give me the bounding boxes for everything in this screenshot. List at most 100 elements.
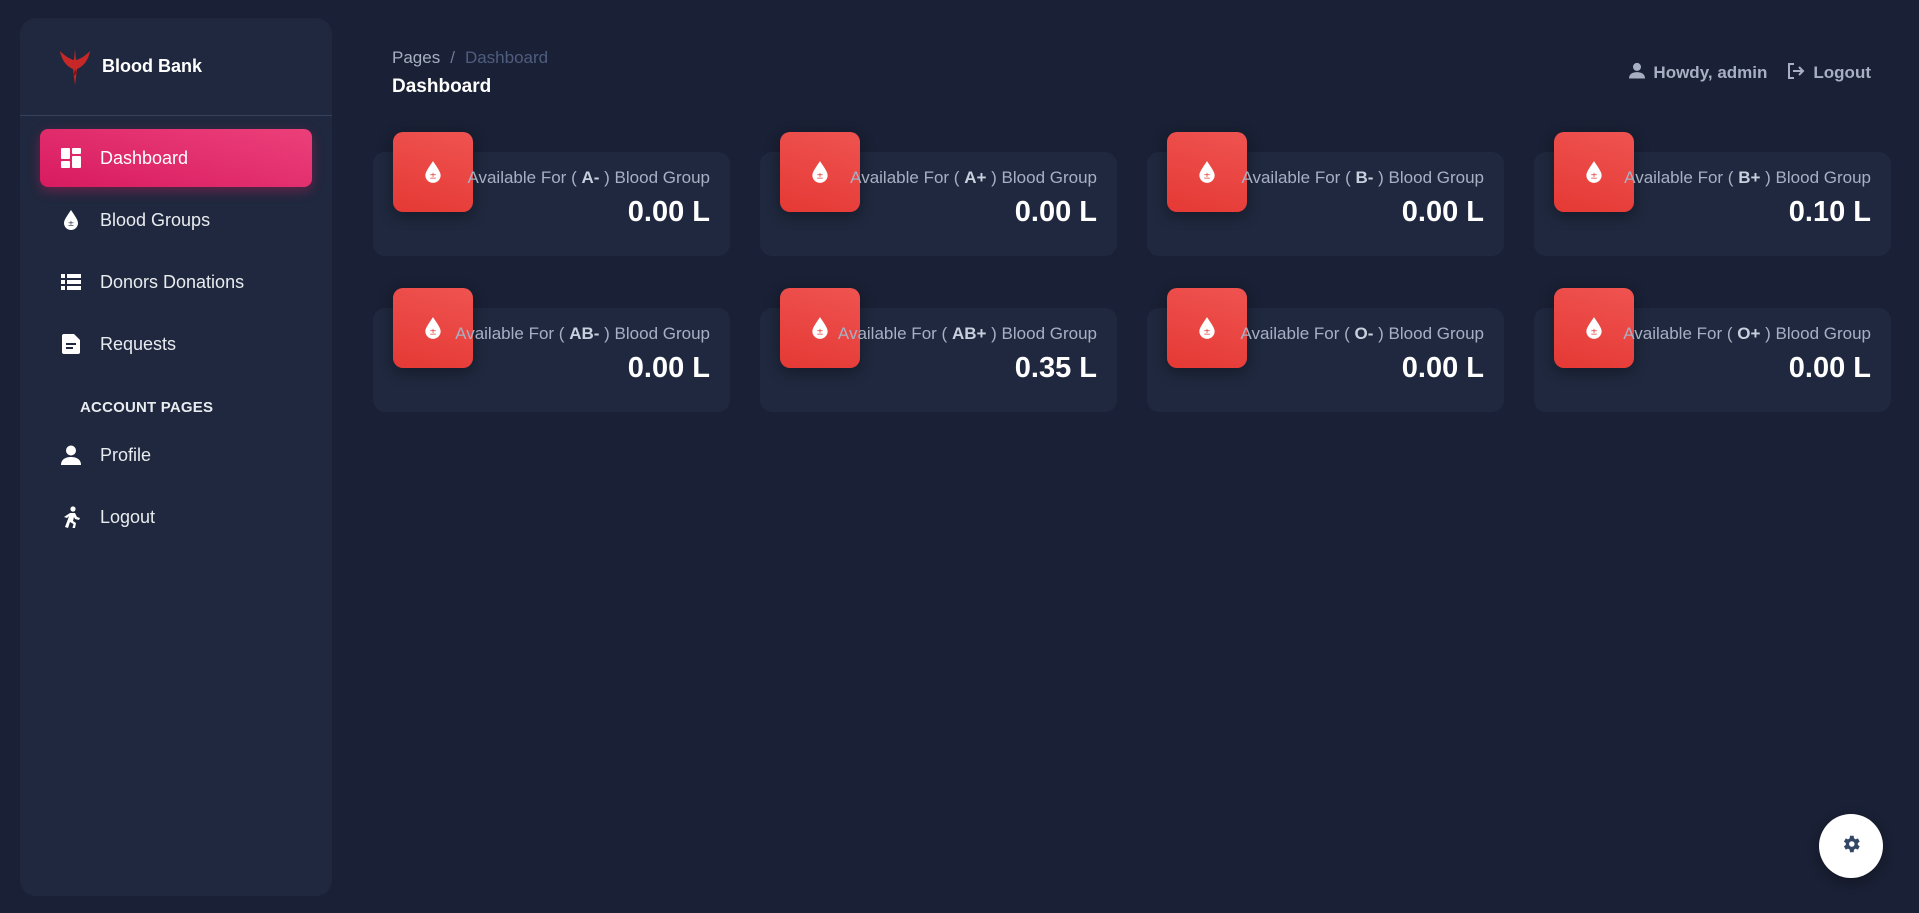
available-volume: 0.10 L [1788, 196, 1871, 228]
blood-drop-icon: ± [1167, 132, 1247, 212]
available-volume: 0.00 L [1788, 352, 1871, 384]
blood-group: B- [1355, 168, 1374, 187]
card-label-suffix: ) Blood Group [604, 168, 710, 187]
page-header: Pages / Dashboard Dashboard Howdy, admin [392, 48, 1871, 108]
card-label: Available For ( A- ) Blood Group [467, 168, 710, 188]
blood-group: A- [581, 168, 600, 187]
phoenix-logo-icon [58, 47, 92, 87]
user-icon [1629, 62, 1646, 84]
sidebar-item-label: Blood Groups [100, 209, 211, 230]
svg-text:±: ± [68, 219, 75, 228]
available-volume: 0.00 L [627, 196, 710, 228]
brand[interactable]: Blood Bank [20, 18, 332, 116]
available-volume: 0.00 L [627, 352, 710, 384]
card-label: Available For ( AB+ ) Blood Group [838, 324, 1097, 344]
card-label-suffix: ) Blood Group [1765, 324, 1871, 343]
logout-link[interactable]: Logout [1787, 62, 1871, 84]
card-label-prefix: Available For ( [467, 168, 577, 187]
available-volume: 0.00 L [1014, 196, 1097, 228]
card-label-prefix: Available For ( [1241, 168, 1351, 187]
svg-text:±: ± [1203, 328, 1210, 338]
breadcrumb-current: Dashboard [464, 48, 549, 67]
svg-text:±: ± [429, 172, 436, 182]
blood-group: AB- [569, 324, 600, 343]
sidebar-item-requests[interactable]: Requests [40, 315, 312, 373]
blood-stock-card: ± Available For ( A+ ) Blood Group 0.00 L [760, 132, 1117, 256]
blood-stock-card: ± Available For ( B- ) Blood Group 0.00 L [1147, 132, 1504, 256]
blood-drop-icon: ± [1167, 288, 1247, 368]
dashboard-icon [60, 147, 82, 169]
card-label-prefix: Available For ( [455, 324, 565, 343]
blood-drop-icon: ± [1554, 132, 1634, 212]
card-label: Available For ( O- ) Blood Group [1241, 324, 1485, 344]
sidebar-item-profile[interactable]: Profile [40, 426, 312, 484]
run-icon [60, 506, 82, 528]
sidebar-nav: Dashboard ± Blood Groups Donors Donation… [20, 116, 332, 546]
logout-label: Logout [1813, 63, 1871, 82]
sidebar-item-label: Logout [100, 506, 156, 527]
sidebar-item-dashboard[interactable]: Dashboard [40, 129, 312, 187]
list-icon [60, 271, 82, 293]
card-label-suffix: ) Blood Group [991, 324, 1097, 343]
sidebar: Blood Bank Dashboard ± Blood Groups Dono… [20, 18, 332, 896]
user-greeting: Howdy, admin [1653, 63, 1768, 82]
svg-text:±: ± [1590, 172, 1597, 182]
blood-stock-card: ± Available For ( O+ ) Blood Group 0.00 L [1534, 288, 1891, 412]
sidebar-item-label: Profile [100, 444, 152, 465]
blood-group: A+ [964, 168, 987, 187]
card-label-suffix: ) Blood Group [604, 324, 710, 343]
blood-group: O+ [1737, 324, 1761, 343]
breadcrumb-separator: / [450, 48, 455, 67]
card-label-prefix: Available For ( [837, 324, 948, 343]
card-label-suffix: ) Blood Group [1765, 168, 1871, 187]
settings-button[interactable] [1819, 814, 1883, 878]
blood-group: AB+ [951, 324, 987, 343]
svg-text:±: ± [816, 172, 823, 182]
svg-text:±: ± [429, 328, 436, 338]
breadcrumb-root[interactable]: Pages [392, 48, 440, 68]
svg-text:±: ± [1590, 328, 1597, 338]
blood-group: B+ [1738, 168, 1761, 187]
available-volume: 0.35 L [1014, 352, 1097, 384]
document-icon [60, 333, 82, 355]
blood-drop-icon: ± [780, 132, 860, 212]
blood-stock-card: ± Available For ( O- ) Blood Group 0.00 L [1147, 288, 1504, 412]
sidebar-item-label: Donors Donations [100, 271, 245, 292]
blood-stock-card: ± Available For ( B+ ) Blood Group 0.10 L [1534, 132, 1891, 256]
user-menu[interactable]: Howdy, admin [1629, 62, 1767, 84]
card-label-prefix: Available For ( [1623, 324, 1733, 343]
card-label: Available For ( AB- ) Blood Group [455, 324, 710, 344]
sidebar-item-blood-groups[interactable]: ± Blood Groups [40, 191, 312, 249]
available-volume: 0.00 L [1401, 196, 1484, 228]
card-label: Available For ( B+ ) Blood Group [1624, 168, 1871, 188]
card-label: Available For ( O+ ) Blood Group [1623, 324, 1871, 344]
blood-stock-card: ± Available For ( AB+ ) Blood Group 0.35 L [760, 288, 1117, 412]
blood-stock-card: ± Available For ( A- ) Blood Group 0.00 L [373, 132, 730, 256]
blood-drop-icon: ± [60, 209, 82, 231]
card-label-prefix: Available For ( [1624, 168, 1734, 187]
blood-stock-cards: ± Available For ( A- ) Blood Group 0.00 L ±… [373, 130, 1891, 412]
blood-group: O- [1354, 324, 1374, 343]
person-icon [60, 444, 82, 466]
sign-out-icon [1787, 62, 1805, 84]
header-actions: Howdy, admin Logout [1629, 62, 1871, 84]
sidebar-item-label: Requests [100, 333, 177, 354]
card-label-suffix: ) Blood Group [1378, 168, 1484, 187]
section-title-account-pages: ACCOUNT PAGES [80, 399, 214, 416]
blood-stock-card: ± Available For ( AB- ) Blood Group 0.00 L [373, 288, 730, 412]
card-label-prefix: Available For ( [850, 168, 960, 187]
svg-text:±: ± [1203, 172, 1210, 182]
available-volume: 0.00 L [1401, 352, 1484, 384]
sidebar-item-donors-donations[interactable]: Donors Donations [40, 253, 312, 311]
card-label-suffix: ) Blood Group [1378, 324, 1484, 343]
blood-drop-icon: ± [1554, 288, 1634, 368]
card-label: Available For ( A+ ) Blood Group [850, 168, 1097, 188]
card-label-prefix: Available For ( [1240, 324, 1350, 343]
sidebar-item-logout[interactable]: Logout [40, 488, 312, 546]
card-label-suffix: ) Blood Group [991, 168, 1097, 187]
card-label: Available For ( B- ) Blood Group [1241, 168, 1484, 188]
brand-name: Blood Bank [102, 56, 203, 76]
blood-drop-icon: ± [393, 132, 473, 212]
gear-icon [1840, 833, 1862, 860]
svg-text:±: ± [816, 328, 823, 338]
